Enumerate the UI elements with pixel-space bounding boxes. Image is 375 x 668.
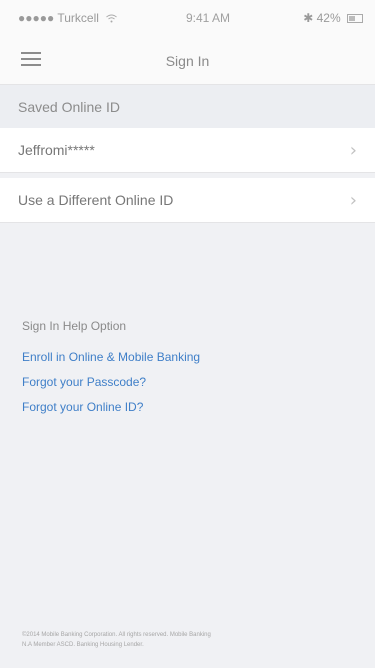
footer-legal: ©2014 Mobile Banking Corporation. All ri… xyxy=(22,630,357,650)
saved-id-header-label: Saved Online ID xyxy=(18,99,120,115)
help-section-title: Sign In Help Option xyxy=(22,319,127,333)
status-right: ✱ 42% xyxy=(303,11,363,25)
forgot-passcode-link[interactable]: Forgot your Passcode? xyxy=(22,375,146,389)
status-time: 9:41 AM xyxy=(185,11,231,25)
nav-bar: Sign In xyxy=(0,36,375,85)
saved-id-label: Jeffromi***** xyxy=(18,142,95,158)
battery-percent: 42% xyxy=(316,11,341,25)
forgot-online-id-link[interactable]: Forgot your Online ID? xyxy=(22,400,143,414)
saved-id-row[interactable]: Jeffromi***** › xyxy=(0,128,375,173)
saved-id-section-header: Saved Online ID xyxy=(0,85,375,128)
battery-icon xyxy=(347,14,363,24)
carrier-label: ●●●●● Turkcell xyxy=(18,11,118,25)
wifi-icon xyxy=(106,11,118,25)
footer-line-2: N.A Member ASCD. Banking Housing Lender. xyxy=(22,642,144,648)
chevron-right-icon: › xyxy=(349,140,357,161)
page-title: Sign In xyxy=(165,53,210,69)
bluetooth-icon: ✱ xyxy=(303,11,314,25)
footer-line-1: ©2014 Mobile Banking Corporation. All ri… xyxy=(22,632,211,638)
enroll-link[interactable]: Enroll in Online & Mobile Banking xyxy=(22,350,200,364)
chevron-right-icon: › xyxy=(349,190,357,211)
status-bar: ●●●●● Turkcell 9:41 AM ✱ 42% xyxy=(0,0,375,36)
carrier-text: ●●●●● Turkcell xyxy=(18,11,99,25)
different-id-label: Use a Different Online ID xyxy=(18,192,174,208)
different-id-row[interactable]: Use a Different Online ID › xyxy=(0,178,375,223)
